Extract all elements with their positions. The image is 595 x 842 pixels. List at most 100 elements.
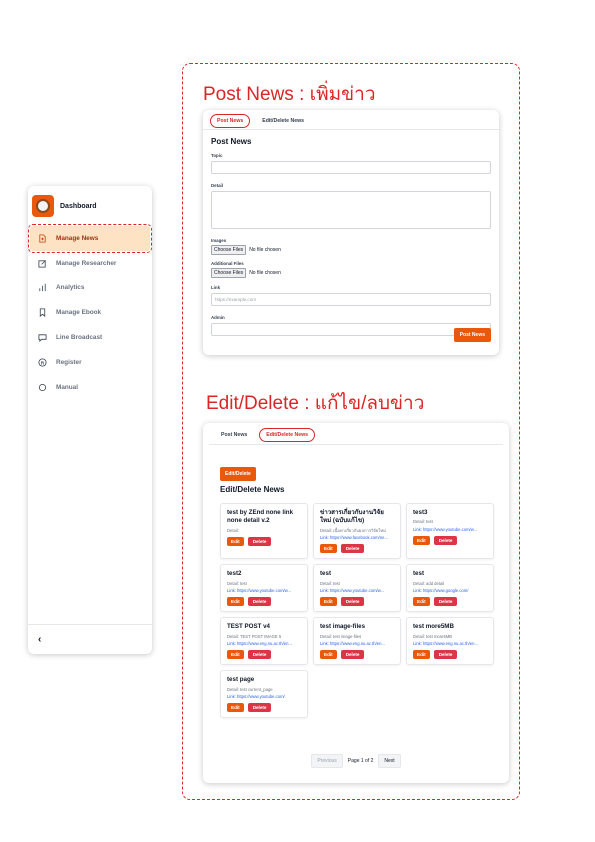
news-link[interactable]: Link: https://www.eng.nu.ac.th/en... (227, 641, 302, 646)
edit-button[interactable]: Edit (320, 544, 337, 554)
delete-button[interactable]: Delete (433, 650, 458, 660)
delete-button[interactable]: Delete (340, 544, 365, 554)
news-detail: Detail: add detail (413, 580, 445, 586)
news-link[interactable]: Link: https://www.youtube.com/w... (227, 588, 302, 593)
registered-icon: R (38, 358, 47, 367)
sidebar-item-label: Manage News (56, 234, 99, 242)
delete-button[interactable]: Delete (340, 650, 365, 660)
sidebar-item-analytics[interactable]: Analytics (28, 276, 152, 301)
next-page-button[interactable]: Next (378, 754, 401, 768)
tab-post-news[interactable]: Post News (215, 429, 253, 441)
sidebar-item-label: Analytics (56, 284, 85, 292)
sidebar-item-register[interactable]: R Register (28, 350, 152, 375)
tab-edit-delete-news[interactable]: Edit/Delete News (259, 428, 316, 442)
additional-files-label: Additional Files (211, 261, 244, 266)
edit-button[interactable]: Edit (413, 597, 430, 607)
news-detail: Detail: เนื้อหาเกี่ยวกับผลการวิจัยใหม่ (320, 527, 386, 533)
news-card: ข่าวสารเกี่ยวกับงานวิจัยใหม่ (ฉบับแก้ไข)… (313, 503, 401, 560)
delete-button[interactable]: Delete (247, 650, 272, 660)
edit-button[interactable]: Edit (320, 650, 337, 660)
news-actions: Edit Delete (413, 536, 488, 546)
news-link[interactable]: Link: https://www.facebook.com/ne... (320, 535, 395, 540)
news-link[interactable]: Link: https://www.youtube.com/ (227, 694, 302, 699)
sidebar-header: Dashboard (28, 186, 152, 220)
sidebar-item-manage-news[interactable]: Manage News (28, 224, 152, 253)
news-actions: Edit Delete (320, 650, 395, 660)
sidebar-item-manage-researcher[interactable]: Manage Researcher (28, 251, 152, 276)
news-title: test (320, 570, 332, 578)
news-card: test by ZEnd none link none detail v.2 D… (220, 503, 308, 560)
news-card: test page Detail: test current_page Link… (220, 670, 308, 719)
news-link[interactable]: Link: https://www.eng.nu.ac.th/en... (320, 641, 395, 646)
sidebar-item-line-broadcast[interactable]: Line Broadcast (28, 325, 152, 350)
edit-button[interactable]: Edit (227, 537, 244, 547)
edit-delete-card: Post News Edit/Delete News Edit/Delete E… (203, 423, 509, 783)
additional-choose-button[interactable]: Choose Files (211, 268, 247, 278)
post-news-card: Post News Edit/Delete News Post News Top… (203, 110, 499, 355)
pagination: Previous Page 1 of 2 Next (203, 754, 509, 768)
tab-post-news[interactable]: Post News (210, 113, 251, 128)
sidebar-item-label: Line Broadcast (56, 334, 103, 342)
sidebar-item-label: Manual (56, 383, 79, 391)
delete-button[interactable]: Delete (433, 536, 458, 546)
news-title: test by ZEnd none link none detail v.2 (227, 509, 294, 525)
edit-button[interactable]: Edit (227, 650, 244, 660)
form-title: Post News (211, 137, 252, 146)
news-actions: Edit Delete (227, 703, 302, 713)
sidebar-title: Dashboard (60, 202, 97, 210)
news-actions: Edit Delete (227, 650, 302, 660)
edit-button[interactable]: Edit (413, 650, 430, 660)
edit-button[interactable]: Edit (227, 703, 244, 713)
link-label: Link (211, 285, 221, 290)
news-card: test more5MB Detail: test more5MB Link: … (406, 617, 494, 666)
news-detail: Detail: test image-files (320, 633, 362, 639)
news-link[interactable]: Link: https://www.youtube.com/w... (320, 588, 395, 593)
tab-edit-delete-news[interactable]: Edit/Delete News (256, 115, 310, 127)
news-detail: Detail: TEST POST IMAGE 5 (227, 633, 282, 639)
detail-label: Detail (211, 183, 223, 188)
detail-textarea[interactable] (211, 191, 491, 229)
news-actions: Edit Delete (227, 597, 302, 607)
previous-page-button[interactable]: Previous (311, 754, 343, 768)
delete-button[interactable]: Delete (247, 537, 272, 547)
sidebar-item-manage-ebook[interactable]: Manage Ebook (28, 300, 152, 325)
sidebar-item-label: Register (56, 358, 82, 366)
news-link[interactable]: Link: https://www.google.com/ (413, 588, 488, 593)
post-news-button[interactable]: Post News (453, 328, 491, 342)
link-input[interactable]: https://example.com (211, 293, 491, 306)
delete-button[interactable]: Delete (247, 597, 272, 607)
news-title: TEST POST v4 (227, 623, 270, 631)
sidebar-item-manual[interactable]: Manual (28, 375, 152, 400)
images-choose-button[interactable]: Choose Files (211, 245, 247, 255)
news-title: ข่าวสารเกี่ยวกับงานวิจัยใหม่ (ฉบับแก้ไข) (320, 509, 384, 525)
file-plus-icon (38, 234, 47, 243)
sidebar-collapse-button[interactable]: ‹ (28, 624, 152, 654)
news-grid: test by ZEnd none link none detail v.2 D… (220, 503, 495, 719)
news-title: test page (227, 676, 255, 684)
news-title: test2 (227, 570, 242, 578)
logo-emblem (36, 199, 50, 213)
tab-bar: Post News Edit/Delete News (209, 423, 503, 445)
edit-delete-button[interactable]: Edit/Delete (220, 467, 256, 481)
images-label: Images (211, 238, 227, 243)
news-actions: Edit Delete (227, 537, 302, 547)
admin-input[interactable] (211, 323, 491, 336)
news-detail: Detail: test current_page (227, 686, 273, 692)
delete-button[interactable]: Delete (340, 597, 365, 607)
svg-text:R: R (41, 360, 45, 365)
delete-button[interactable]: Delete (247, 703, 272, 713)
topic-input[interactable] (211, 161, 491, 174)
section-title-edit: Edit/Delete : แก้ไข/ลบข่าว (206, 393, 425, 414)
edit-button[interactable]: Edit (413, 536, 430, 546)
news-title: test image-files (320, 623, 366, 631)
news-link[interactable]: Link: https://www.youtube.com/w... (413, 527, 488, 532)
sidebar-nav: Manage News Manage Researcher Analytics … (28, 224, 152, 400)
edit-button[interactable]: Edit (320, 597, 337, 607)
news-detail: Detail: (227, 527, 239, 533)
news-detail: Detail: test (227, 580, 247, 586)
edit-button[interactable]: Edit (227, 597, 244, 607)
news-link[interactable]: Link: https://www.eng.nu.ac.th/en... (413, 641, 488, 646)
page-indicator: Page 1 of 2 (347, 758, 374, 764)
delete-button[interactable]: Delete (433, 597, 458, 607)
chevron-left-icon: ‹ (38, 634, 42, 645)
